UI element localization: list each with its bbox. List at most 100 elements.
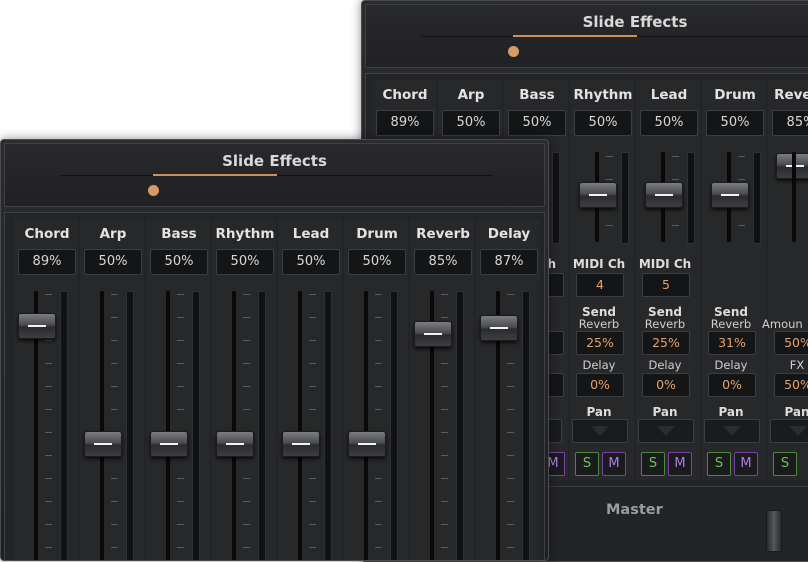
- fader-tick: [177, 409, 184, 410]
- fader-cap-drum[interactable]: [348, 431, 386, 457]
- channel-name-bass: Bass: [161, 226, 197, 242]
- fader-tick: [111, 478, 118, 479]
- channel-value-chord[interactable]: 89%: [376, 110, 434, 136]
- back-fader-cap[interactable]: [711, 182, 749, 208]
- fader-tick: [441, 501, 448, 502]
- fader-slot-rhythm[interactable]: [232, 291, 236, 560]
- channel-value-rhythm[interactable]: 50%: [574, 110, 632, 136]
- send-reverb-value-3[interactable]: 31%: [708, 331, 756, 355]
- fader-tick: [606, 156, 613, 157]
- fader-tick: [111, 409, 118, 410]
- fx-value[interactable]: 50%: [774, 373, 808, 397]
- fader-tick: [507, 386, 514, 387]
- fader-tick: [111, 501, 118, 502]
- fader-slot-bass[interactable]: [166, 291, 170, 560]
- solo-button-2[interactable]: S: [641, 452, 665, 476]
- channel-value-delay[interactable]: 87%: [480, 249, 538, 275]
- fader-tick: [375, 317, 382, 318]
- mute-button-1[interactable]: M: [602, 452, 626, 476]
- fader-tick: [111, 340, 118, 341]
- channel-value-bass[interactable]: 50%: [508, 110, 566, 136]
- fader-tick: [309, 363, 316, 364]
- back-level-meter: [753, 152, 761, 244]
- back-header: Slide Effects: [365, 4, 808, 68]
- fader-tick: [738, 225, 745, 226]
- channel-value-arp[interactable]: 50%: [442, 110, 500, 136]
- pan-control-4[interactable]: [770, 419, 808, 443]
- send-reverb-value-2[interactable]: 25%: [642, 331, 690, 355]
- fader-slot-drum[interactable]: [364, 291, 368, 560]
- fader-tick: [111, 386, 118, 387]
- fader-slot-arp[interactable]: [100, 291, 104, 560]
- channel-value-lead[interactable]: 50%: [282, 249, 340, 275]
- fader-tick: [177, 386, 184, 387]
- solo-button-1[interactable]: S: [575, 452, 599, 476]
- master-label: Master: [606, 502, 663, 518]
- fader-tick: [441, 478, 448, 479]
- fader-tick: [507, 409, 514, 410]
- fader-tick: [177, 294, 184, 295]
- channel-name-reverb: Reverb: [416, 226, 470, 242]
- back-level-meter-partial: [552, 152, 560, 244]
- fader-cap-bass[interactable]: [150, 431, 188, 457]
- fader-tick: [243, 294, 250, 295]
- channel-value-drum[interactable]: 50%: [348, 249, 406, 275]
- front-title-slider-knob[interactable]: [148, 185, 159, 196]
- channel-name-drum: Drum: [714, 87, 756, 103]
- fader-tick: [111, 294, 118, 295]
- channel-value-reverb[interactable]: 85%: [414, 249, 472, 275]
- fx-label: FX: [789, 358, 805, 372]
- fader-tick: [243, 340, 250, 341]
- midi-value-lead[interactable]: 4: [576, 273, 624, 297]
- solo-button-3[interactable]: S: [707, 452, 731, 476]
- fader-slot-lead[interactable]: [298, 291, 302, 560]
- channel-value-drum[interactable]: 50%: [706, 110, 764, 136]
- pan-control-3[interactable]: [704, 419, 760, 443]
- back-fader-cap[interactable]: [645, 182, 683, 208]
- fader-cap-lead[interactable]: [282, 431, 320, 457]
- fader-cap-rhythm[interactable]: [216, 431, 254, 457]
- back-title-slider-knob[interactable]: [508, 46, 519, 57]
- solo-button-4[interactable]: S: [773, 452, 797, 476]
- channel-value-rhythm[interactable]: 50%: [216, 249, 274, 275]
- fader-tick: [177, 317, 184, 318]
- fader-tick: [309, 478, 316, 479]
- pan-control-2[interactable]: [638, 419, 694, 443]
- channel-value-chord[interactable]: 89%: [18, 249, 76, 275]
- fader-cap-chord[interactable]: [18, 313, 56, 339]
- fader-tick: [45, 455, 52, 456]
- channel-value-arp[interactable]: 50%: [84, 249, 142, 275]
- send-delay-value-2[interactable]: 0%: [642, 373, 690, 397]
- mute-button-2[interactable]: M: [668, 452, 692, 476]
- fader-tick: [375, 363, 382, 364]
- channel-value-lead[interactable]: 50%: [640, 110, 698, 136]
- back-level-meter: [621, 152, 629, 244]
- pan-label-1: Pan: [586, 405, 612, 419]
- pan-control-1[interactable]: [572, 419, 628, 443]
- fader-tick: [243, 501, 250, 502]
- fader-tick: [45, 524, 52, 525]
- channel-name-arp: Arp: [99, 226, 127, 242]
- fader-tick: [441, 409, 448, 410]
- fader-cap-delay[interactable]: [480, 315, 518, 341]
- fader-tick: [375, 524, 382, 525]
- fader-tick: [606, 179, 613, 180]
- mute-button-3[interactable]: M: [734, 452, 758, 476]
- channel-value-bass[interactable]: 50%: [150, 249, 208, 275]
- send-delay-value-3[interactable]: 0%: [708, 373, 756, 397]
- amount-value[interactable]: 50%: [774, 331, 808, 355]
- fader-tick: [45, 478, 52, 479]
- fader-tick: [309, 524, 316, 525]
- send-delay-value-1[interactable]: 0%: [576, 373, 624, 397]
- fader-cap-arp[interactable]: [84, 431, 122, 457]
- send-reverb-value-1[interactable]: 25%: [576, 331, 624, 355]
- back-fader-slot-reverb[interactable]: [792, 152, 796, 242]
- master-fader-cap[interactable]: [766, 510, 782, 552]
- fader-cap-reverb[interactable]: [414, 321, 452, 347]
- fader-tick: [441, 317, 448, 318]
- fader-tick: [375, 340, 382, 341]
- back-fader-cap[interactable]: [579, 182, 617, 208]
- midi-value-drum[interactable]: 5: [642, 273, 690, 297]
- channel-value-reverb[interactable]: 85%: [772, 110, 808, 136]
- fader-tick: [507, 501, 514, 502]
